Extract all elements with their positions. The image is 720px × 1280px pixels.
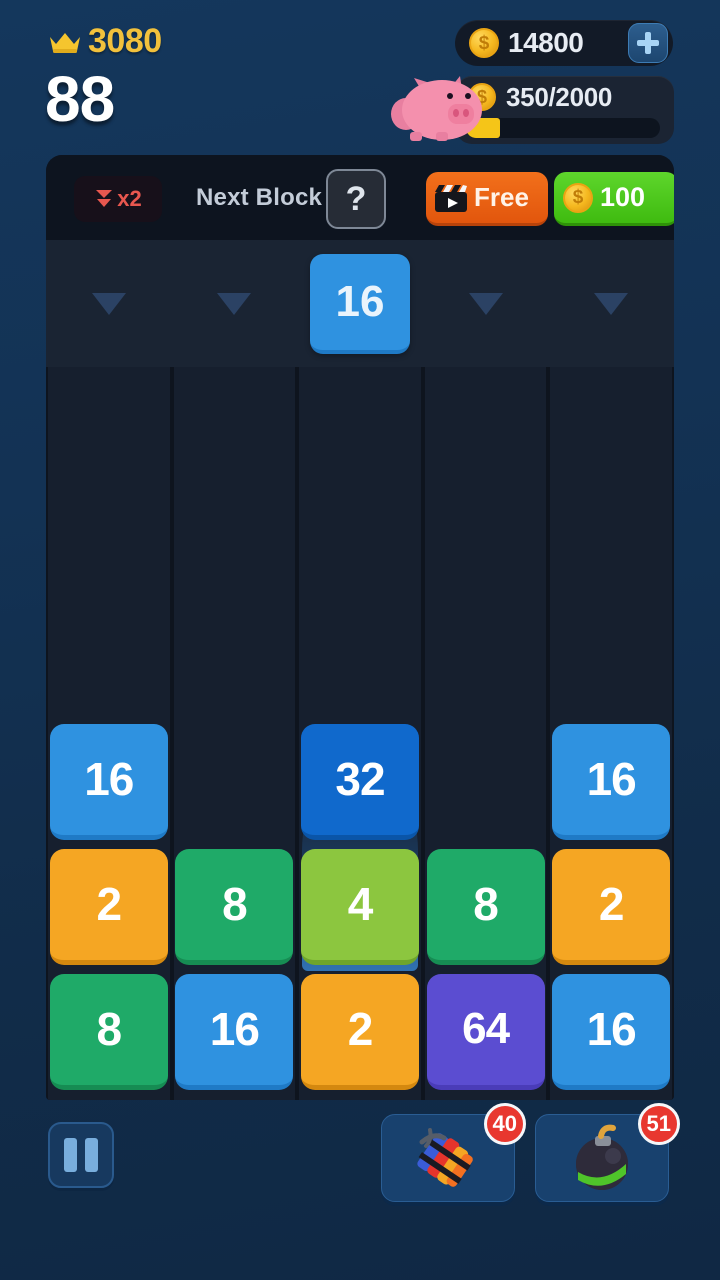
number-tile: 4 [300, 848, 419, 965]
grid-cell: 8 [425, 844, 547, 969]
coin-icon: $ [469, 28, 499, 58]
multiplier-label: x2 [117, 186, 142, 211]
arrow-down-icon [91, 292, 126, 315]
drop-column-3[interactable]: 16 [297, 240, 423, 367]
crown-score: 3080 [48, 22, 162, 61]
add-coins-button[interactable] [628, 23, 668, 63]
buy-block-price: 100 [600, 182, 646, 212]
grid-cell: 16 [550, 719, 672, 844]
grid-cell: 4 [299, 844, 421, 969]
number-tile: 8 [426, 848, 545, 965]
coin-balance-value: 14800 [508, 27, 584, 58]
number-tile: 2 [552, 848, 671, 965]
drop-column-4[interactable] [423, 240, 549, 367]
piggy-bank-progress[interactable]: $ 350/2000 [390, 74, 674, 146]
game-board-panel: x2 Next Block ? Free $ 100 16 16 2 8 8 1… [46, 155, 674, 1100]
play-field: 16 2 8 8 16 32 4 2 8 64 16 2 16 [46, 367, 674, 1100]
crown-icon [50, 32, 80, 53]
grid-cell: 2 [299, 969, 421, 1094]
plus-icon [637, 32, 659, 54]
bomb-icon [576, 1124, 628, 1190]
bomb-count-badge: 51 [637, 1103, 680, 1145]
grid-cell: 8 [174, 844, 296, 969]
arrow-down-icon [468, 292, 503, 315]
number-tile: 16 [552, 723, 671, 840]
double-chevron-down-icon [96, 190, 113, 207]
number-tile: 2 [49, 848, 168, 965]
coin-balance-pill: $ 14800 [455, 20, 673, 66]
number-tile: 16 [49, 723, 168, 840]
dynamite-icon [417, 1128, 473, 1187]
coin-icon: $ [563, 182, 593, 213]
bottom-action-bar: 40 51 [0, 1103, 720, 1218]
pause-icon-bar-2 [85, 1138, 98, 1172]
help-button[interactable]: ? [326, 169, 386, 229]
dynamite-powerup-button[interactable]: 40 [381, 1103, 526, 1202]
piggy-progress-track [466, 118, 660, 138]
drop-zone: 16 [46, 240, 674, 367]
pause-icon [64, 1138, 77, 1172]
grid-cell: 64 [425, 969, 547, 1094]
field-column-2[interactable]: 8 16 [173, 367, 296, 1100]
grid-cell-empty [425, 719, 547, 844]
grid-cell: 16 [550, 969, 672, 1094]
active-block[interactable]: 16 [309, 253, 410, 354]
grid-cell-empty [174, 719, 296, 844]
field-column-1[interactable]: 16 2 8 [48, 367, 170, 1100]
dynamite-count-badge: 40 [483, 1103, 526, 1145]
grid-cell: 32 [299, 719, 421, 844]
bomb-powerup-button[interactable]: 51 [535, 1103, 680, 1202]
number-tile: 2 [300, 973, 419, 1090]
arrow-down-icon [594, 292, 629, 315]
piggy-progress-text: 350/2000 [506, 82, 613, 112]
field-column-3[interactable]: 32 4 2 [299, 367, 662, 1100]
crown-score-value: 3080 [88, 22, 162, 60]
number-tile: 32 [300, 723, 419, 840]
number-tile: 64 [426, 973, 545, 1090]
grid-cell: 2 [48, 844, 170, 969]
grid-cell: 16 [48, 719, 170, 844]
grid-cell: 16 [174, 969, 296, 1094]
number-tile: 8 [175, 848, 294, 965]
number-tile: 8 [49, 973, 168, 1090]
grid-cell: 2 [550, 844, 672, 969]
free-reward-button[interactable]: Free [426, 172, 548, 226]
field-column-4[interactable]: 8 64 [424, 367, 547, 1100]
free-reward-label: Free [474, 182, 529, 212]
top-status-bar: 3080 88 $ 14800 $ 350/2000 [0, 0, 720, 152]
field-column-5[interactable]: 16 2 16 [550, 367, 672, 1100]
piggy-bank-icon [391, 76, 482, 141]
video-clapperboard-icon [435, 184, 467, 212]
grid-cell: 8 [48, 969, 170, 1094]
drop-column-2[interactable] [172, 240, 298, 367]
number-tile: 16 [552, 973, 671, 1090]
pause-button[interactable] [48, 1122, 114, 1188]
multiplier-badge[interactable]: x2 [74, 176, 162, 222]
buy-block-button[interactable]: $ 100 [554, 172, 674, 226]
level-value: 88 [45, 63, 115, 135]
drop-column-5[interactable] [548, 240, 674, 367]
drop-column-1[interactable] [46, 240, 172, 367]
next-block-label: Next Block [196, 184, 323, 211]
board-header-bar: x2 Next Block ? Free $ 100 [46, 155, 674, 240]
number-tile: 16 [175, 973, 294, 1090]
arrow-down-icon [217, 292, 252, 315]
